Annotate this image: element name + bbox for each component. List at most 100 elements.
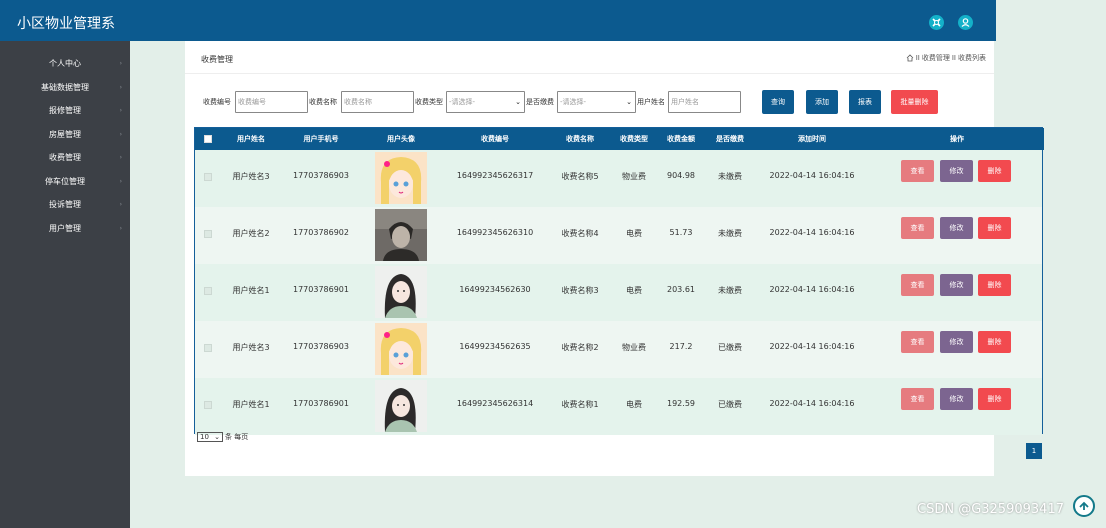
chevron-right-icon: › (119, 107, 122, 114)
batch-delete-button[interactable]: 批量删除 (891, 90, 938, 114)
delete-button[interactable]: 删除 (978, 331, 1011, 353)
table-header: 用户姓名 用户手机号 用户头像 收费编号 收费名称 收费类型 收费金额 是否缴费… (195, 128, 1044, 150)
header-time: 添加时间 (798, 135, 826, 143)
query-button[interactable]: 查询 (762, 90, 794, 114)
view-button[interactable]: 查看 (901, 217, 934, 239)
sidebar-item-label: 停车位管理 (45, 177, 85, 186)
view-button[interactable]: 查看 (901, 388, 934, 410)
table-row: 用户姓名1 17703786901 16499234562630 收费名称3 电… (195, 264, 1042, 321)
user-icon[interactable] (958, 15, 973, 30)
breadcrumb-item[interactable]: 收费管理 (922, 53, 950, 63)
settings-icon[interactable] (929, 15, 944, 30)
view-button[interactable]: 查看 (901, 331, 934, 353)
cell-paid: 未缴费 (718, 286, 742, 295)
sidebar-item-personal-center[interactable]: 个人中心 › (0, 55, 130, 73)
avatar (375, 152, 427, 204)
breadcrumb-separator: II (951, 54, 956, 62)
row-checkbox[interactable] (204, 401, 212, 409)
sidebar: 个人中心 › 基础数据管理 › 报修管理 › 房屋管理 › 收费管理 › 停车位管理 › 投… (0, 41, 130, 528)
fee-no-input[interactable]: 收费编号 (235, 91, 308, 113)
fee-name-input[interactable]: 收费名称 (341, 91, 414, 113)
page-size-select[interactable]: 10 ⌄ (197, 432, 223, 442)
header-paid: 是否缴费 (716, 135, 744, 143)
cell-time: 2022-04-14 16:04:16 (769, 342, 855, 351)
chevron-right-icon: › (119, 178, 122, 185)
edit-button[interactable]: 修改 (940, 217, 973, 239)
chevron-right-icon: › (119, 201, 122, 208)
fee-type-select[interactable]: -请选择- ⌄ (446, 91, 525, 113)
sidebar-item-label: 房屋管理 (49, 130, 81, 139)
username-input[interactable]: 用户姓名 (668, 91, 741, 113)
cell-amount: 51.73 (669, 228, 693, 237)
table-row: 用户姓名1 17703786901 16499234562631​4 收费名称1… (195, 378, 1042, 435)
delete-button[interactable]: 删除 (978, 217, 1011, 239)
delete-button[interactable]: 删除 (978, 388, 1011, 410)
cell-username: 用户姓名1 (232, 286, 270, 295)
chevron-down-icon: ⌄ (214, 433, 220, 441)
cell-fee-name: 收费名称5 (561, 172, 599, 181)
username-label: 用户姓名 (637, 98, 665, 106)
cell-username: 用户姓名3 (232, 172, 270, 181)
chevron-down-icon: ⌄ (626, 98, 632, 106)
add-button[interactable]: 添加 (806, 90, 838, 114)
sidebar-item-label: 收费管理 (49, 153, 81, 162)
sidebar-item-users[interactable]: 用户管理 › (0, 220, 130, 238)
sidebar-item-repair[interactable]: 报修管理 › (0, 102, 130, 120)
sidebar-item-label: 基础数据管理 (41, 83, 89, 92)
header-username: 用户姓名 (237, 135, 265, 143)
sidebar-item-house[interactable]: 房屋管理 › (0, 126, 130, 144)
cell-amount: 904.98 (667, 171, 695, 180)
table-row: 用户姓名3 17703786903 16499234562631​7 收费名称5… (195, 150, 1042, 207)
report-button[interactable]: 报表 (849, 90, 881, 114)
select-all-checkbox[interactable] (204, 135, 212, 143)
header-phone: 用户手机号 (303, 135, 339, 143)
table-row: 用户姓名3 17703786903 16499234562635 收费名称2 物… (195, 321, 1042, 378)
cell-paid: 已缴费 (718, 343, 742, 352)
fee-table: 用户姓名 用户手机号 用户头像 收费编号 收费名称 收费类型 收费金额 是否缴费… (194, 127, 1044, 435)
delete-button[interactable]: 删除 (978, 274, 1011, 296)
sidebar-item-label: 报修管理 (49, 106, 81, 115)
chevron-right-icon: › (119, 154, 122, 161)
cell-amount: 203.61 (667, 285, 695, 294)
row-checkbox[interactable] (204, 230, 212, 238)
row-checkbox[interactable] (204, 287, 212, 295)
cell-username: 用户姓名2 (232, 229, 270, 238)
edit-button[interactable]: 修改 (940, 331, 973, 353)
sidebar-item-parking[interactable]: 停车位管理 › (0, 173, 130, 191)
page-number-button[interactable]: 1 (1026, 443, 1042, 459)
sidebar-item-complaint[interactable]: 投诉管理 › (0, 196, 130, 214)
cell-fee-type: 电费 (626, 286, 642, 295)
sidebar-item-fee[interactable]: 收费管理 › (0, 149, 130, 167)
edit-button[interactable]: 修改 (940, 274, 973, 296)
cell-paid: 未缴费 (718, 172, 742, 181)
home-icon[interactable] (906, 54, 914, 62)
avatar (375, 209, 427, 261)
row-checkbox[interactable] (204, 344, 212, 352)
breadcrumb-separator: II (915, 54, 920, 62)
edit-button[interactable]: 修改 (940, 388, 973, 410)
sidebar-item-base-data[interactable]: 基础数据管理 › (0, 79, 130, 97)
chevron-right-icon: › (119, 131, 122, 138)
row-checkbox[interactable] (204, 173, 212, 181)
cell-phone: 17703786902 (293, 228, 349, 237)
cell-fee-type: 电费 (626, 400, 642, 409)
sidebar-item-label: 用户管理 (49, 224, 81, 233)
fee-name-label: 收费名称 (309, 98, 337, 106)
cell-username: 用户姓名1 (232, 400, 270, 409)
edit-button[interactable]: 修改 (940, 160, 973, 182)
breadcrumb-current: 收费列表 (958, 54, 986, 62)
cell-fee-no: 16499234562635 (459, 342, 531, 351)
view-button[interactable]: 查看 (901, 160, 934, 182)
delete-button[interactable]: 删除 (978, 160, 1011, 182)
avatar (375, 323, 427, 375)
header-amount: 收费金额 (667, 135, 695, 143)
scroll-to-top-button[interactable] (1073, 495, 1095, 517)
view-button[interactable]: 查看 (901, 274, 934, 296)
cell-time: 2022-04-14 16:04:16 (769, 228, 855, 237)
cell-time: 2022-04-14 16:04:16 (769, 285, 855, 294)
paid-select[interactable]: -请选择- ⌄ (557, 91, 636, 113)
page-size-value: 10 (200, 433, 209, 441)
cell-username: 用户姓名3 (232, 343, 270, 352)
chevron-down-icon: ⌄ (515, 98, 521, 106)
cell-fee-name: 收费名称2 (561, 343, 599, 352)
